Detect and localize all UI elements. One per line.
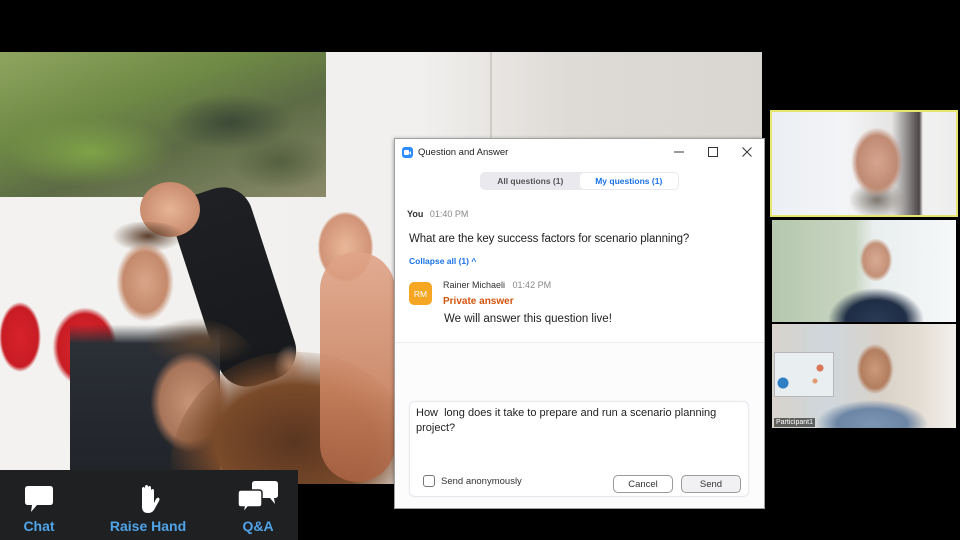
dialog-title: Question and Answer (418, 146, 509, 158)
cancel-button[interactable]: Cancel (613, 475, 673, 493)
raise-hand-button[interactable]: Raise Hand (78, 480, 218, 534)
meeting-toolbar: Chat Raise Hand Q&A (0, 470, 298, 540)
close-icon (742, 147, 752, 157)
question-time: 01:40 PM (429, 209, 469, 219)
private-answer-tag: Private answer (443, 296, 514, 307)
close-button[interactable] (730, 139, 764, 165)
tab-my-questions[interactable]: My questions (1) (579, 173, 678, 189)
chat-label: Chat (23, 518, 55, 534)
minimize-button[interactable] (662, 139, 696, 165)
question-compose-box: How long does it take to prepare and run… (409, 401, 749, 497)
photo-raised-hand (320, 252, 395, 482)
answer-text: We will answer this question live! (444, 313, 612, 325)
question-author: You (407, 209, 424, 219)
question-filter-tabs: All questions (1) My questions (1) (480, 172, 679, 190)
zoom-app-icon (402, 146, 413, 158)
video-tile[interactable]: Participant1 (772, 324, 956, 428)
chat-bubble-icon (23, 480, 55, 514)
send-button[interactable]: Send (681, 475, 741, 493)
answer-time: 01:42 PM (512, 280, 552, 290)
question-meta: You 01:40 PM (407, 209, 468, 219)
qa-bubbles-icon (237, 480, 279, 514)
photo-landscape-painting (0, 52, 326, 197)
qa-label: Q&A (242, 518, 274, 534)
raise-hand-label: Raise Hand (109, 518, 187, 534)
answer-meta: Rainer Michaeli 01:42 PM (443, 280, 551, 290)
qa-dialog: Question and Answer All questions (1) My… (394, 138, 765, 509)
collapse-all-link[interactable]: Collapse all (1) ^ (409, 256, 476, 266)
send-anonymously-checkbox[interactable]: Send anonymously (423, 475, 522, 487)
background-whiteboard (774, 352, 834, 397)
video-tile[interactable] (772, 220, 956, 322)
minimize-icon (674, 151, 684, 153)
maximize-icon (708, 147, 718, 157)
question-input[interactable]: How long does it take to prepare and run… (416, 406, 741, 446)
checkbox-box[interactable] (423, 475, 435, 487)
meeting-screen: Chat Raise Hand Q&A Question and Answer (0, 0, 960, 540)
answer-author: Rainer Michaeli (443, 280, 506, 290)
chat-button[interactable]: Chat (0, 480, 78, 534)
qa-button[interactable]: Q&A (218, 480, 298, 534)
raised-hand-icon (135, 480, 161, 514)
question-text: What are the key success factors for sce… (409, 233, 690, 245)
video-tile-active-speaker[interactable] (770, 110, 958, 217)
avatar: RM (409, 282, 432, 305)
maximize-button[interactable] (696, 139, 730, 165)
participant-name-label: Participant1 (774, 418, 815, 427)
send-anonymously-label: Send anonymously (441, 475, 522, 487)
tab-all-questions[interactable]: All questions (1) (481, 173, 580, 189)
dialog-titlebar[interactable]: Question and Answer (395, 139, 764, 165)
